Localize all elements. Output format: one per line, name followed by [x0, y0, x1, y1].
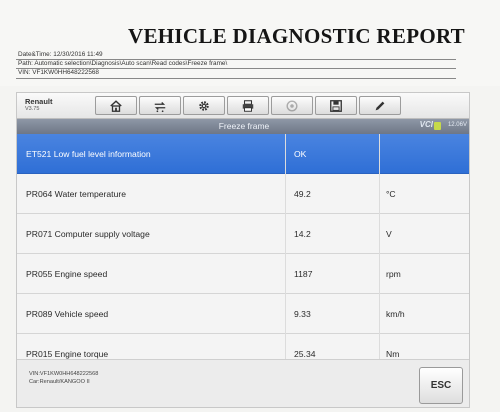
parameter-unit: rpm: [386, 269, 401, 279]
printer-icon: [242, 99, 254, 112]
home-button[interactable]: [95, 96, 137, 115]
vci-status: VCI: [419, 120, 433, 129]
print-button[interactable]: [227, 96, 269, 115]
parameter-value: 9.33: [294, 309, 311, 319]
report-title: VEHICLE DIAGNOSTIC REPORT: [128, 24, 465, 48]
parameter-value: 25.34: [294, 349, 316, 359]
column-divider: [285, 134, 286, 376]
edit-button[interactable]: [359, 96, 401, 115]
settings-button[interactable]: [183, 96, 225, 115]
parameter-name: PR055 Engine speed: [26, 269, 108, 279]
table-row[interactable]: PR089 Vehicle speed 9.33 km/h: [17, 294, 469, 334]
subbar: Freeze frame VCI 12.06V: [17, 119, 469, 134]
footer-vin: VIN:VF1KW0HH648222568: [29, 371, 99, 377]
parameter-value: 49.2: [294, 189, 311, 199]
report-datetime: Date&Time: 12/30/2016 11:49: [18, 51, 103, 58]
parameter-name: PR089 Vehicle speed: [26, 309, 109, 319]
battery-voltage: 12.06V: [447, 122, 467, 128]
gear-icon: [199, 100, 209, 111]
report-vin: VIN: VF1KW0HH648222568: [18, 69, 99, 76]
save-button[interactable]: [315, 96, 357, 115]
parameter-value: OK: [294, 149, 307, 159]
freeze-frame-table: ET521 Low fuel level information OK PR06…: [17, 134, 469, 374]
diagnostic-screen: Renault V3.75 Freeze frame VCI 12.06V ET…: [16, 92, 470, 408]
report-path: Path: Automatic selection\Diagnosis\Auto…: [18, 60, 228, 67]
status-footer: VIN:VF1KW0HH648222568 Car:Renault/KANGOO…: [17, 359, 469, 407]
esc-button[interactable]: ESC: [419, 367, 463, 404]
table-row[interactable]: PR071 Computer supply voltage 14.2 V: [17, 214, 469, 254]
parameter-value: 1187: [294, 269, 313, 279]
brand-name: Renault: [25, 97, 53, 106]
brand-label: Renault V3.75: [25, 97, 53, 113]
save-icon: [330, 99, 342, 112]
pencil-icon: [375, 101, 385, 110]
brand-version: V3.75: [25, 106, 40, 112]
column-divider: [379, 134, 380, 376]
parameter-name: PR015 Engine torque: [26, 349, 109, 359]
table-row[interactable]: PR055 Engine speed 1187 rpm: [17, 254, 469, 294]
toolbar: Renault V3.75: [17, 93, 469, 119]
footer-car: Car:Renault/KANGOO II: [29, 379, 90, 385]
screen-title: Freeze frame: [218, 121, 270, 131]
parameter-name: PR064 Water temperature: [26, 189, 126, 199]
parameter-unit: Nm: [386, 349, 400, 359]
help-button[interactable]: [271, 96, 313, 115]
report-header: VEHICLE DIAGNOSTIC REPORT Date&Time: 12/…: [0, 0, 500, 86]
parameter-unit: V: [386, 229, 392, 239]
battery-icon: [434, 122, 441, 130]
parameter-name: PR071 Computer supply voltage: [26, 229, 150, 239]
home-icon: [110, 99, 122, 112]
vehicle-swap-button[interactable]: [139, 96, 181, 115]
table-row[interactable]: ET521 Low fuel level information OK: [17, 134, 469, 174]
table-row[interactable]: PR064 Water temperature 49.2 °C: [17, 174, 469, 214]
parameter-unit: km/h: [386, 309, 405, 319]
parameter-name: ET521 Low fuel level information: [26, 149, 151, 159]
parameter-value: 14.2: [294, 229, 311, 239]
help-icon: [286, 99, 298, 112]
divider: [16, 78, 456, 79]
parameter-unit: °C: [386, 189, 396, 199]
vehicle-swap-icon: [154, 101, 166, 112]
